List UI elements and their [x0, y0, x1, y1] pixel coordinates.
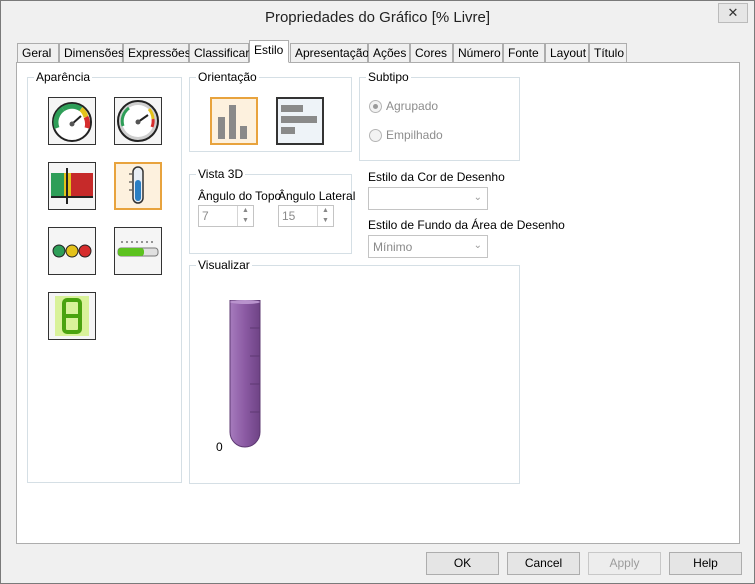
appearance-label: Aparência — [34, 70, 93, 84]
side-angle-label: Ângulo Lateral — [278, 189, 356, 203]
thermometer-preview — [228, 299, 264, 453]
subtype-group: Subtipo Agrupado Empilhado — [359, 70, 520, 161]
led-bar-icon[interactable] — [114, 227, 162, 275]
draw-color-style-label: Estilo da Cor de Desenho — [368, 170, 505, 184]
chevron-down-icon[interactable]: ▼ — [238, 216, 253, 226]
tab-expressoes[interactable]: Expressões — [123, 43, 191, 63]
side-angle-stepper[interactable]: 15 ▲ ▼ — [278, 205, 334, 227]
tab-cores[interactable]: Cores — [410, 43, 453, 63]
tab-classificar[interactable]: Classificar — [189, 43, 249, 63]
dialog-title: Propriedades do Gráfico [% Livre] — [264, 9, 491, 26]
title-bar: Propriedades do Gráfico [% Livre] ✕ — [1, 1, 754, 35]
chevron-up-icon[interactable]: ▲ — [318, 206, 333, 216]
tab-titulo[interactable]: Título — [589, 43, 627, 63]
stepper-arrows[interactable]: ▲ ▼ — [237, 206, 253, 226]
digital-display-icon[interactable] — [48, 292, 96, 340]
tab-fonte[interactable]: Fonte — [503, 43, 545, 63]
dialog-window: Propriedades do Gráfico [% Livre] ✕ Gera… — [0, 0, 755, 584]
vertical-bars-icon[interactable] — [210, 97, 258, 145]
tab-estilo[interactable]: Estilo — [249, 40, 289, 63]
tab-dimensoes[interactable]: Dimensões — [59, 43, 124, 63]
top-angle-label: Ângulo do Topo — [198, 189, 282, 203]
side-angle-value: 15 — [282, 209, 296, 223]
help-button[interactable]: Help — [669, 552, 742, 575]
chevron-up-icon[interactable]: ▲ — [238, 206, 253, 216]
top-angle-stepper[interactable]: 7 ▲ ▼ — [198, 205, 254, 227]
radio-indicator — [369, 129, 382, 142]
grouped-radio-label: Agrupado — [386, 99, 439, 113]
horizontal-bars-icon[interactable] — [276, 97, 324, 145]
preview-group: Visualizar 0 — [189, 258, 520, 484]
chevron-down-icon: ⌄ — [473, 192, 482, 203]
stepper-arrows[interactable]: ▲ ▼ — [317, 206, 333, 226]
top-angle-value: 7 — [202, 209, 209, 223]
cancel-button[interactable]: Cancel — [507, 552, 580, 575]
close-button[interactable]: ✕ — [718, 3, 748, 23]
ok-button[interactable]: OK — [426, 552, 499, 575]
gauge-color-icon[interactable] — [48, 97, 96, 145]
radio-indicator — [369, 100, 382, 113]
draw-color-style-select[interactable]: ⌄ — [368, 187, 488, 210]
draw-background-style-select[interactable]: Mínimo ⌄ — [368, 235, 488, 258]
preview-axis-zero: 0 — [216, 440, 223, 454]
stacked-radio-label: Empilhado — [386, 128, 443, 142]
style-tab-panel: Aparência Orientação Subtipo Agrupado Em… — [16, 62, 740, 544]
tab-numero[interactable]: Número — [453, 43, 503, 63]
apply-button[interactable]: Apply — [588, 552, 661, 575]
chevron-down-icon[interactable]: ▼ — [318, 216, 333, 226]
tab-apresentacao[interactable]: Apresentação — [290, 43, 369, 63]
subtype-label: Subtipo — [366, 70, 411, 84]
thermometer-icon[interactable] — [114, 162, 162, 210]
draw-background-style-label: Estilo de Fundo da Área de Desenho — [368, 218, 565, 232]
tab-layout[interactable]: Layout — [545, 43, 589, 63]
view3d-group: Vista 3D Ângulo do Topo Ângulo Lateral 7… — [189, 167, 356, 254]
draw-background-style-value: Mínimo — [373, 240, 413, 254]
view3d-label: Vista 3D — [196, 167, 246, 181]
orientation-group: Orientação — [189, 70, 352, 152]
tab-acoes[interactable]: Ações — [368, 43, 410, 63]
appearance-group: Aparência — [27, 70, 182, 483]
gauge-round-icon[interactable] — [114, 97, 162, 145]
traffic-light-icon[interactable] — [48, 227, 96, 275]
preview-label: Visualizar — [196, 258, 252, 272]
chevron-down-icon: ⌄ — [473, 240, 482, 251]
linear-gauge-icon[interactable] — [48, 162, 96, 210]
tab-geral[interactable]: Geral — [17, 43, 59, 63]
orientation-label: Orientação — [196, 70, 259, 84]
